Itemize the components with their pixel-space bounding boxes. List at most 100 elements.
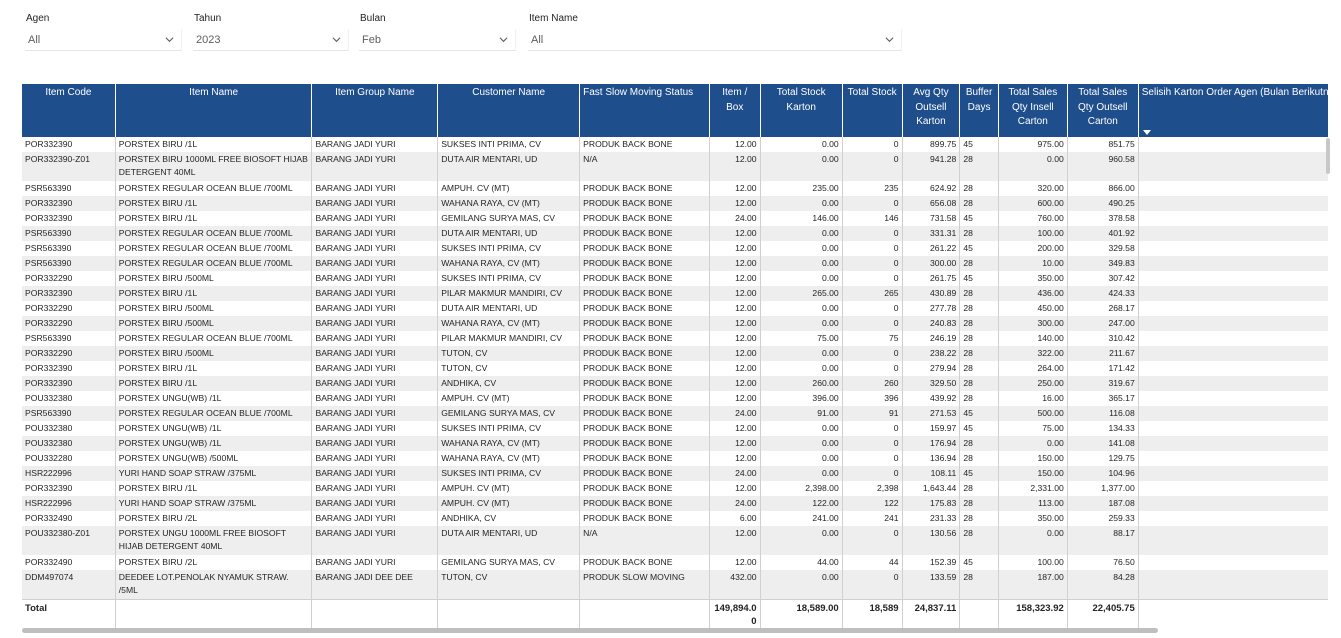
table-cell: GEMILANG SURYA MAS, CV: [437, 406, 581, 421]
column-header[interactable]: Item Code: [22, 84, 116, 137]
table-row[interactable]: POR332390 PORSTEX BIRU /1L BARANG JADI YUR…: [22, 211, 1328, 226]
column-header[interactable]: Total Sales Qty Outsell Carton: [1067, 84, 1139, 137]
table-cell: 6.00: [709, 511, 761, 526]
table-row[interactable]: POR332290 PORSTEX BIRU /500ML BARANG JADI …: [22, 271, 1328, 286]
data-table-visual[interactable]: Item Code Item Name Item Group Name Custome…: [22, 84, 1328, 629]
table-cell: PRODUK BACK BONE: [579, 391, 710, 406]
table-row[interactable]: POR332390 PORSTEX BIRU /1L BARANG JADI YUR…: [22, 137, 1328, 152]
table-row[interactable]: POR332490 PORSTEX BIRU /2L BARANG JADI YUR…: [22, 555, 1328, 570]
column-header[interactable]: Item Name: [115, 84, 313, 137]
table-cell: 436.00: [998, 286, 1068, 301]
column-header[interactable]: Total Stock: [842, 84, 903, 137]
table-cell: 29: [1138, 406, 1328, 421]
horizontal-scrollbar[interactable]: [22, 628, 1158, 633]
column-header-label: Item / Box: [722, 87, 748, 113]
table-cell: 320.00: [998, 181, 1068, 196]
agen-dropdown[interactable]: All: [25, 29, 182, 51]
table-cell: 0: [842, 451, 903, 466]
table-cell: 0: [842, 256, 903, 271]
bulan-dropdown[interactable]: Feb: [359, 29, 516, 51]
column-header[interactable]: Selisih Karton Order Agen (Bulan Berikut…: [1138, 84, 1328, 137]
table-row[interactable]: PSR563390 PORSTEX REGULAR OCEAN BLUE /700…: [22, 226, 1328, 241]
table-cell: 0: [842, 436, 903, 451]
table-cell: 331.31: [902, 226, 961, 241]
table-row[interactable]: POU332280 PORSTEX UNGU(WB) /500ML BARANG J…: [22, 451, 1328, 466]
table-row[interactable]: POU332380 PORSTEX UNGU(WB) /1L BARANG JADI…: [22, 391, 1328, 406]
table-row[interactable]: PSR563390 PORSTEX REGULAR OCEAN BLUE /700…: [22, 181, 1328, 196]
table-cell: PORSTEX REGULAR OCEAN BLUE /700ML: [115, 406, 313, 421]
table-cell: BARANG JADI YURI: [311, 526, 439, 555]
table-cell: 146: [842, 211, 903, 226]
table-row[interactable]: POU332380 PORSTEX UNGU(WB) /1L BARANG JADI…: [22, 436, 1328, 451]
table-cell: 268.17: [1067, 301, 1139, 316]
table-cell: 1,66: [1138, 152, 1328, 181]
table-row[interactable]: PSR563390 PORSTEX REGULAR OCEAN BLUE /700…: [22, 406, 1328, 421]
table-cell: 175.83: [902, 496, 961, 511]
table-row[interactable]: POR332390 PORSTEX BIRU /1L BARANG JADI YUR…: [22, 376, 1328, 391]
column-header[interactable]: Total Sales Qty Insell Carton: [998, 84, 1068, 137]
table-cell: 424.33: [1067, 286, 1139, 301]
table-cell: 396.00: [760, 391, 843, 406]
table-cell: DUTA AIR MENTARI, UD: [437, 152, 581, 181]
table-row[interactable]: POR332390 PORSTEX BIRU /1L BARANG JADI YUR…: [22, 481, 1328, 496]
column-header[interactable]: Customer Name: [437, 84, 581, 137]
table-cell: 0.00: [998, 436, 1068, 451]
table-row[interactable]: HSR222996 YURI HAND SOAP STRAW /375ML BARA…: [22, 466, 1328, 481]
table-row[interactable]: PSR563390 PORSTEX REGULAR OCEAN BLUE /700…: [22, 331, 1328, 346]
table-cell: 271.53: [902, 406, 961, 421]
column-header[interactable]: Total Stock Karton: [760, 84, 843, 137]
table-cell: POR332390: [22, 137, 116, 152]
column-header[interactable]: Avg Qty Outsell Karton: [902, 84, 961, 137]
column-header[interactable]: Item / Box: [709, 84, 761, 137]
table-row[interactable]: POR332290 PORSTEX BIRU /500ML BARANG JADI …: [22, 301, 1328, 316]
table-cell: PRODUK BACK BONE: [579, 256, 710, 271]
table-cell: DUTA AIR MENTARI, UD: [437, 301, 581, 316]
table-cell: 150.00: [998, 451, 1068, 466]
column-header-label: Customer Name: [472, 87, 546, 98]
table-cell: 0.00: [760, 226, 843, 241]
table-cell: 100.00: [998, 555, 1068, 570]
table-cell: POR332390: [22, 196, 116, 211]
column-header-label: Buffer Days: [965, 87, 993, 113]
table-cell: 12.00: [709, 256, 761, 271]
table-cell: 45: [959, 555, 999, 570]
table-row[interactable]: POR332390-Z01 PORSTEX BIRU 1000ML FREE BI…: [22, 152, 1328, 181]
table-cell: 45: [959, 211, 999, 226]
table-row[interactable]: POU332380 PORSTEX UNGU(WB) /1L BARANG JADI…: [22, 421, 1328, 436]
table-cell: PSR563390: [22, 181, 116, 196]
tahun-dropdown[interactable]: 2023: [193, 29, 349, 51]
column-header[interactable]: Buffer Days: [959, 84, 999, 137]
column-header[interactable]: Item Group Name: [311, 84, 439, 137]
table-cell: 0.00: [760, 196, 843, 211]
table-cell: 0.00: [760, 271, 843, 286]
table-row[interactable]: HSR222996 YURI HAND SOAP STRAW /375ML BARA…: [22, 496, 1328, 511]
table-cell: 45: [959, 421, 999, 436]
table-row[interactable]: PSR563390 PORSTEX REGULAR OCEAN BLUE /700…: [22, 241, 1328, 256]
table-cell: 12.00: [709, 451, 761, 466]
item-name-dropdown[interactable]: All: [528, 29, 902, 51]
table-row[interactable]: PSR563390 PORSTEX REGULAR OCEAN BLUE /700…: [22, 256, 1328, 271]
table-row[interactable]: POR332390 PORSTEX BIRU /1L BARANG JADI YUR…: [22, 196, 1328, 211]
table-row[interactable]: POU332380-Z01 PORSTEX UNGU 1000ML FREE BI…: [22, 526, 1328, 555]
table-row[interactable]: DDM497074 DEEDEE LOT.PENOLAK NYAMUK STRAW…: [22, 570, 1328, 599]
table-cell: PRODUK BACK BONE: [579, 241, 710, 256]
table-cell: 300.00: [902, 256, 961, 271]
table-cell: 29: [1138, 391, 1328, 406]
table-cell: BARANG JADI YURI: [311, 451, 439, 466]
table-row[interactable]: POR332290 PORSTEX BIRU /500ML BARANG JADI …: [22, 346, 1328, 361]
slicer-label: Bulan: [360, 13, 386, 24]
table-cell: BARANG JADI DEE DEE: [311, 570, 439, 599]
table-cell: POR332390: [22, 361, 116, 376]
column-header[interactable]: Fast Slow Moving Status: [579, 84, 710, 137]
table-row[interactable]: POR332390 PORSTEX BIRU /1L BARANG JADI YUR…: [22, 286, 1328, 301]
table-row[interactable]: POR332290 PORSTEX BIRU /500ML BARANG JADI …: [22, 316, 1328, 331]
table-row[interactable]: POR332390 PORSTEX BIRU /1L BARANG JADI YUR…: [22, 361, 1328, 376]
table-cell: 45: [959, 241, 999, 256]
sort-descending-icon[interactable]: [1142, 130, 1151, 135]
table-cell: 28: [959, 391, 999, 406]
table-cell: 265.00: [760, 286, 843, 301]
table-cell: 91.00: [760, 406, 843, 421]
table-cell: 238.22: [902, 346, 961, 361]
vertical-scrollbar[interactable]: [1326, 138, 1330, 174]
table-row[interactable]: POR332490 PORSTEX BIRU /2L BARANG JADI YUR…: [22, 511, 1328, 526]
